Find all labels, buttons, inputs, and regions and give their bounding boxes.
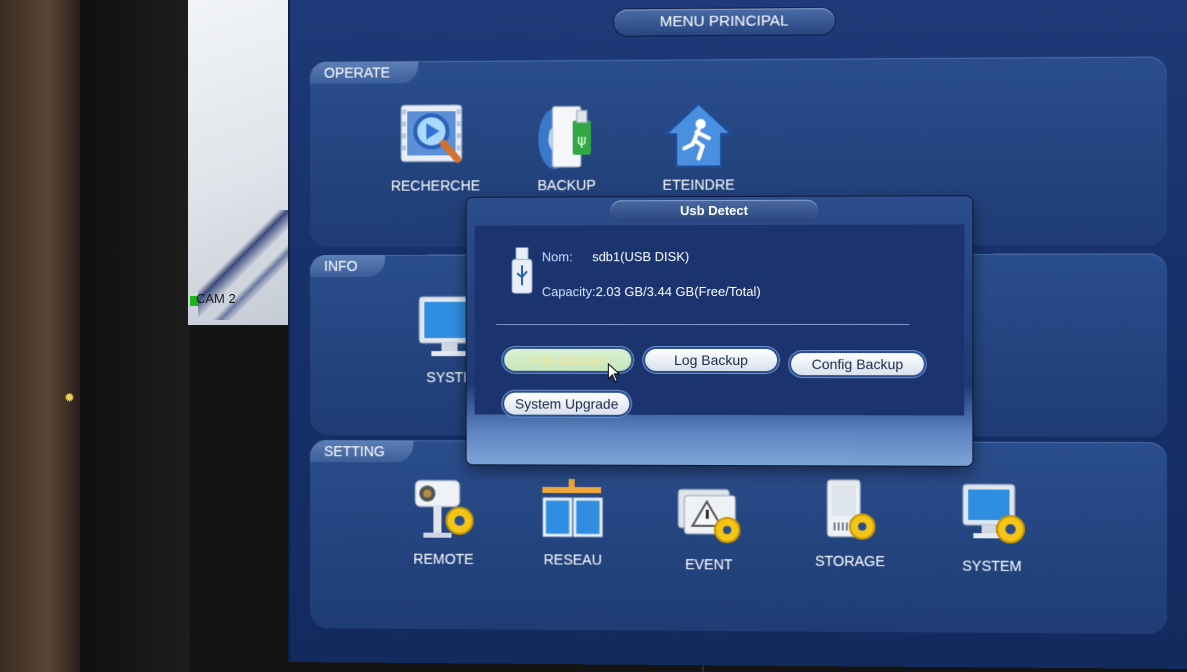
dialog-divider	[496, 323, 910, 326]
background-wall	[0, 0, 80, 672]
camera-preview	[188, 0, 288, 325]
usb-name-row: Nom: sdb1(USB DISK)	[542, 249, 689, 264]
main-menu-title: MENU PRINCIPAL	[614, 7, 835, 36]
usb-capacity-row: Capacity:2.03 GB/3.44 GB(Free/Total)	[542, 284, 761, 299]
background-frame	[80, 0, 190, 672]
menu-item-label: REMOTE	[413, 550, 474, 568]
alert-gear-icon	[668, 479, 750, 552]
svg-text:ψ: ψ	[577, 133, 586, 149]
menu-item-label: STORAGE	[814, 552, 885, 570]
dialog-title: Usb Detect	[610, 199, 819, 223]
camera-label: CAM 2	[196, 291, 236, 306]
log-backup-button[interactable]: Log Backup	[645, 348, 778, 372]
menu-item-event[interactable]: EVENT	[653, 479, 765, 572]
menu-item-label: SYSTEM	[962, 557, 1022, 575]
monitor-gear-icon	[951, 480, 1034, 554]
config-backup-button[interactable]: Config Backup	[791, 353, 924, 376]
menu-item-label: RECHERCHE	[390, 177, 481, 194]
setting-section-title: SETTING	[309, 440, 413, 463]
menu-item-storage[interactable]: STORAGE	[794, 476, 907, 570]
usb-drive-icon	[510, 247, 534, 295]
house-exit-icon	[658, 100, 739, 173]
network-gear-icon	[532, 475, 613, 548]
info-section-title: INFO	[309, 254, 386, 277]
usb-capacity-value: 2.03 GB/3.44 GB(Free/Total)	[595, 283, 761, 300]
menu-item-recherche[interactable]: RECHERCHE	[380, 101, 491, 194]
hdd-gear-icon	[809, 476, 891, 549]
camera-gear-icon	[403, 474, 484, 547]
usb-detect-dialog: Usb Detect Nom: sdb1(USB DISK) Capacity:…	[466, 196, 973, 466]
menu-item-label: BACKUP	[537, 176, 596, 194]
usb-name-label: Nom:	[541, 249, 573, 265]
operate-section-title: OPERATE	[309, 61, 419, 84]
menu-item-reseau[interactable]: RESEAU	[517, 475, 628, 568]
usb-name-value: sdb1(USB DISK)	[592, 249, 690, 265]
menu-item-label: EVENT	[685, 556, 733, 573]
menu-item-remote[interactable]: REMOTE	[388, 474, 499, 567]
brightness-icon: ✹	[64, 390, 75, 405]
usb-capacity-label: Capacity:	[541, 284, 596, 300]
setting-section: SETTING REMOTE RESEAU EVENT STORAGE SYST…	[309, 440, 1168, 635]
usb-backup-icon: ψ	[526, 100, 607, 173]
search-video-icon	[395, 101, 476, 174]
menu-item-eteindre[interactable]: ETEINDRE	[643, 100, 755, 193]
menu-item-label: RESEAU	[543, 551, 602, 568]
dialog-body: Nom: sdb1(USB DISK) Capacity:2.03 GB/3.4…	[474, 224, 965, 416]
system-upgrade-button[interactable]: System Upgrade	[504, 392, 630, 415]
menu-item-backup[interactable]: ψ BACKUP	[511, 100, 622, 193]
menu-item-label: ETEINDRE	[662, 176, 735, 193]
mouse-cursor-icon	[607, 363, 621, 383]
menu-item-system[interactable]: SYSTEM	[935, 480, 1049, 574]
